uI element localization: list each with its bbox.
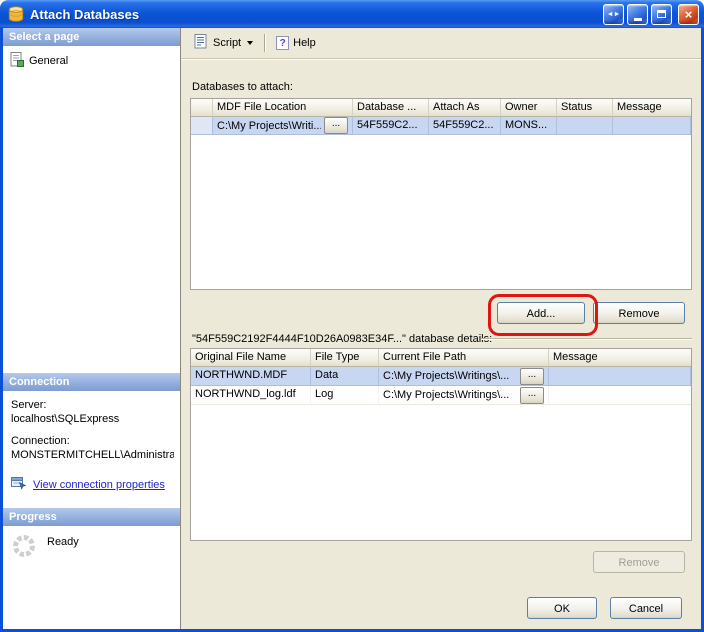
status-cell [557,117,613,135]
database-name-cell: 54F559C2... [353,117,429,135]
connection-value: MONSTERMITCHELL\Administra [11,448,174,462]
close-icon: × [685,7,693,22]
table-row[interactable]: NORTHWND.MDF Data C:\My Projects\Writing… [191,367,691,386]
toolbar-separator [264,34,265,52]
window-controls: ◄► × [600,4,699,25]
progress-spinner-icon [11,533,37,562]
file-type-cell: Log [311,386,379,405]
sidebar-item-label: General [29,55,68,67]
details-remove-button[interactable]: Remove [593,551,685,573]
progress-section: Progress Ready [3,508,180,569]
table-row[interactable]: C:\My Projects\Writi... ... 54F559C2... … [191,117,691,135]
row-selector-cell[interactable] [191,117,213,135]
help-label: Help [293,37,316,49]
remove-button[interactable]: Remove [593,302,685,324]
close-button[interactable]: × [678,4,699,25]
column-header-database-name[interactable]: Database ... [353,99,429,117]
current-file-path-cell: C:\My Projects\Writings\... ... [379,367,549,386]
attach-databases-table: MDF File Location Database ... Attach As… [190,98,692,290]
dock-arrows-icon: ◄► [607,11,621,18]
select-a-page-header: Select a page [3,28,180,46]
progress-status: Ready [47,533,79,548]
current-file-path-value: C:\My Projects\Writings\... [383,389,509,401]
attach-as-cell: 54F559C2... [429,117,501,135]
mdf-file-location-cell: C:\My Projects\Writi... ... [213,117,353,135]
general-page-icon [10,52,24,70]
progress-header: Progress [3,508,180,526]
help-icon: ? [276,36,289,50]
column-header-attach-as[interactable]: Attach As [429,99,501,117]
script-button[interactable]: Script [189,31,258,55]
connection-label: Connection: [11,434,174,448]
main-panel: Script ? Help Databases to attach: MDF F… [181,28,701,629]
browse-data-path-button[interactable]: ... [520,368,544,385]
attach-databases-window: Attach Databases ◄► × Select a page [0,0,704,632]
current-file-path-value: C:\My Projects\Writings\... [383,370,509,382]
column-header-mdf-file-location[interactable]: MDF File Location [213,99,353,117]
sidebar: Select a page General Connection Serv [3,28,181,629]
column-header-row-selector[interactable] [191,99,213,117]
database-window-icon[interactable] [7,5,25,23]
window-title: Attach Databases [30,7,600,22]
view-connection-properties-link[interactable]: View connection properties [33,478,165,492]
database-details-label: "54F559C2192F4444F10D26A0983E34F..." dat… [192,333,492,345]
mdf-file-location-value: C:\My Projects\Writi... [217,120,321,132]
message-cell [549,367,691,386]
details-separator-line [481,338,692,340]
original-file-name-cell: NORTHWND_log.ldf [191,386,311,405]
browse-log-path-button[interactable]: ... [520,387,544,404]
maximize-icon [657,10,666,18]
window-body: Select a page General Connection Serv [0,28,704,632]
attach-table-header: MDF File Location Database ... Attach As… [191,99,691,117]
original-file-name-cell: NORTHWND.MDF [191,367,311,386]
file-type-cell: Data [311,367,379,386]
connection-header: Connection [3,373,180,391]
column-header-original-file-name[interactable]: Original File Name [191,349,311,367]
message-cell [613,117,691,135]
owner-cell: MONS... [501,117,557,135]
chevron-down-icon [247,41,253,45]
add-button[interactable]: Add... [497,302,585,324]
databases-to-attach-label: Databases to attach: [192,81,293,93]
current-file-path-cell: C:\My Projects\Writings\... ... [379,386,549,405]
database-details-table: Original File Name File Type Current Fil… [190,348,692,541]
cancel-button[interactable]: Cancel [610,597,682,619]
details-table-header: Original File Name File Type Current Fil… [191,349,691,367]
script-icon [194,34,209,52]
column-header-status[interactable]: Status [557,99,613,117]
connection-section: Connection Server: localhost\SQLExpress … [3,373,180,494]
maximize-button[interactable] [651,4,672,25]
help-button[interactable]: ? Help [271,33,321,53]
ok-button[interactable]: OK [527,597,597,619]
column-header-message[interactable]: Message [549,349,691,367]
connection-properties-icon [11,475,27,494]
script-label: Script [213,37,241,49]
column-header-current-file-path[interactable]: Current File Path [379,349,549,367]
server-value: localhost\SQLExpress [11,412,174,426]
dock-button[interactable]: ◄► [603,4,624,25]
minimize-icon [634,18,642,21]
table-row[interactable]: NORTHWND_log.ldf Log C:\My Projects\Writ… [191,386,691,405]
column-header-owner[interactable]: Owner [501,99,557,117]
minimize-button[interactable] [627,4,648,25]
server-label: Server: [11,398,174,412]
message-cell [549,386,691,405]
sidebar-item-general[interactable]: General [10,52,68,70]
column-header-message[interactable]: Message [613,99,691,117]
toolbar: Script ? Help [181,28,701,59]
browse-mdf-button[interactable]: ... [324,117,348,134]
title-bar: Attach Databases ◄► × [0,0,704,28]
column-header-file-type[interactable]: File Type [311,349,379,367]
